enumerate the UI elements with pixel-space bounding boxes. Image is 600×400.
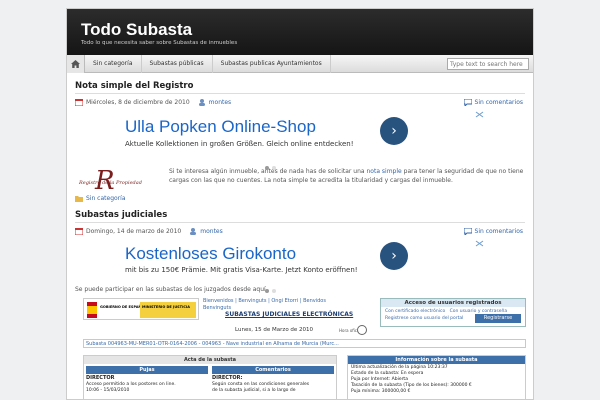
post-comments-label: Sin comentarios <box>474 227 523 235</box>
calendar-icon <box>75 98 83 106</box>
post-category[interactable]: Sin categoría <box>75 195 525 202</box>
calendar-icon <box>75 227 83 235</box>
info-title: Información sobre la subasta <box>348 356 525 364</box>
post: Nota simple del Registro Miércoles, 8 de… <box>75 81 525 202</box>
main-content: Nota simple del Registro Miércoles, 8 de… <box>67 81 533 399</box>
ad-arrow-button[interactable]: › <box>380 242 408 270</box>
lang-link[interactable]: Benvinguts <box>238 298 266 304</box>
post-comments-link[interactable]: Sin comentarios <box>463 98 523 106</box>
post-title[interactable]: Subastas judiciales <box>75 210 525 223</box>
ad-headline[interactable]: Kostenloses Girokonto <box>125 244 296 264</box>
nav-item-subastas-ayuntamientos[interactable]: Subastas publicas Ayuntamientos <box>213 54 331 73</box>
ad-carousel-dots[interactable] <box>265 278 285 293</box>
lang-link[interactable]: Ongi Etorri <box>271 298 298 304</box>
acceso-title: Acceso de usuarios registrados <box>381 299 525 307</box>
lang-link[interactable]: Benvidos <box>303 298 326 304</box>
language-links: Bienvenidos | Benvinguts | Ongi Etorri |… <box>203 298 326 311</box>
post-author-name: montes <box>200 227 223 235</box>
user-icon <box>190 227 197 235</box>
nav-item-sin-categoria[interactable]: Sin categoría <box>85 54 142 73</box>
folder-icon <box>75 196 83 202</box>
post-category-label: Sin categoría <box>86 195 126 202</box>
cert-link[interactable]: Con certificado electrónico <box>385 309 445 314</box>
post-meta: Miércoles, 8 de diciembre de 2010 montes… <box>75 97 525 107</box>
gob-left-text: GOBIERNO DE ESPAÑA <box>100 304 144 309</box>
ad-carousel-dots[interactable] <box>265 155 285 170</box>
lang-link[interactable]: Bienvenidos <box>203 298 234 304</box>
comentarios-header: Comentarios <box>212 366 334 374</box>
post-excerpt: R Registro de la Propiedad Si te interes… <box>75 166 525 196</box>
subasta-link[interactable]: Subasta 004963-MU-MER01-OTR-0164-2006 - … <box>83 339 526 348</box>
pujas-header: Pujas <box>86 366 208 374</box>
post-excerpt: Se puede participar en las subastas de l… <box>75 286 266 293</box>
site-description: Todo lo que necesita saber sobre Subasta… <box>81 40 238 46</box>
post-comments-link[interactable]: Sin comentarios <box>463 227 523 235</box>
nota-simple-link[interactable]: nota simple <box>367 168 402 175</box>
ad-headline[interactable]: Ulla Popken Online-Shop <box>125 117 316 137</box>
home-icon <box>71 59 80 68</box>
user-icon <box>198 98 205 106</box>
site-header: Todo Subasta Todo lo que necesita saber … <box>67 9 533 55</box>
post-author-name: montes <box>208 98 232 106</box>
acceso-panel: Acceso de usuarios registrados Con certi… <box>380 298 526 327</box>
site-title[interactable]: Todo Subasta <box>81 21 533 39</box>
post-comments-label: Sin comentarios <box>474 98 523 106</box>
post-date: Miércoles, 8 de diciembre de 2010 <box>86 98 190 106</box>
gobierno-logo: GOBIERNO DE ESPAÑA MINISTERIO DE JUSTICI… <box>83 298 199 320</box>
comment-icon <box>463 98 472 106</box>
gob-right-text: MINISTERIO DE JUSTICIA <box>142 305 190 309</box>
ad-banner[interactable]: Ulla Popken Online-Shop Aktuelle Kollekt… <box>75 109 525 170</box>
ad-subline: mit bis zu 150€ Prämie. Mit gratis Visa-… <box>125 266 358 274</box>
post: Subastas judiciales Domingo, 14 de marzo… <box>75 210 526 399</box>
info-line: Puja mínima: 300000,00 € <box>351 389 411 394</box>
post-date: Domingo, 14 de marzo de 2010 <box>86 227 182 235</box>
subastas-embed: GOBIERNO DE ESPAÑA MINISTERIO DE JUSTICI… <box>75 295 526 399</box>
main-nav: Sin categoría Subastas públicas Subastas… <box>67 54 533 73</box>
post-title[interactable]: Nota simple del Registro <box>75 81 525 94</box>
ad-banner[interactable]: Kostenloses Girokonto mit bis zu 150€ Pr… <box>75 238 525 293</box>
registro-logo: R Registro de la Propiedad <box>75 166 161 196</box>
page-container: Todo Subasta Todo lo que necesita saber … <box>66 8 534 400</box>
pujas-text: Acceso permitido a los postores on line. <box>86 382 176 387</box>
svg-text:Registro de la Propiedad: Registro de la Propiedad <box>78 180 142 186</box>
ad-choices-icon[interactable] <box>475 240 484 247</box>
embed-title[interactable]: SUBASTAS JUDICIALES ELECTRÓNICAS <box>225 311 353 318</box>
embed-date: Lunes, 15 de Marzo de 2010 <box>235 327 314 333</box>
ad-arrow-button[interactable]: › <box>380 117 408 145</box>
register-button[interactable]: Registrarse <box>475 314 521 323</box>
post-author[interactable]: montes <box>189 227 223 235</box>
comment-icon <box>463 227 472 235</box>
info-panel: Información sobre la subasta Última actu… <box>347 355 526 399</box>
nav-item-subastas-publicas[interactable]: Subastas públicas <box>142 54 213 73</box>
comentario-author: DIRECTOR: <box>212 375 243 381</box>
acta-title: Acta de la subasta <box>84 356 336 364</box>
comentario-line: de la subasta judicial, si a lo largo de <box>212 388 296 393</box>
ad-subline: Aktuelle Kollektionen in großen Größen. … <box>125 140 354 148</box>
pujas-author: DIRECTOR <box>86 375 115 381</box>
pujas-time: 10:06 - 15/03/2010 <box>86 388 130 393</box>
acta-panel: Acta de la subasta Pujas DIRECTOR Acceso… <box>83 355 337 399</box>
home-button[interactable] <box>67 54 85 73</box>
post-meta: Domingo, 14 de marzo de 2010 montes Sin … <box>75 226 525 236</box>
ad-choices-icon[interactable] <box>475 111 484 118</box>
post-author[interactable]: montes <box>198 98 232 106</box>
search-input[interactable] <box>447 58 529 70</box>
clock-icon <box>357 325 367 335</box>
comentario-line: Según consta en las condiciones generale… <box>212 382 310 387</box>
